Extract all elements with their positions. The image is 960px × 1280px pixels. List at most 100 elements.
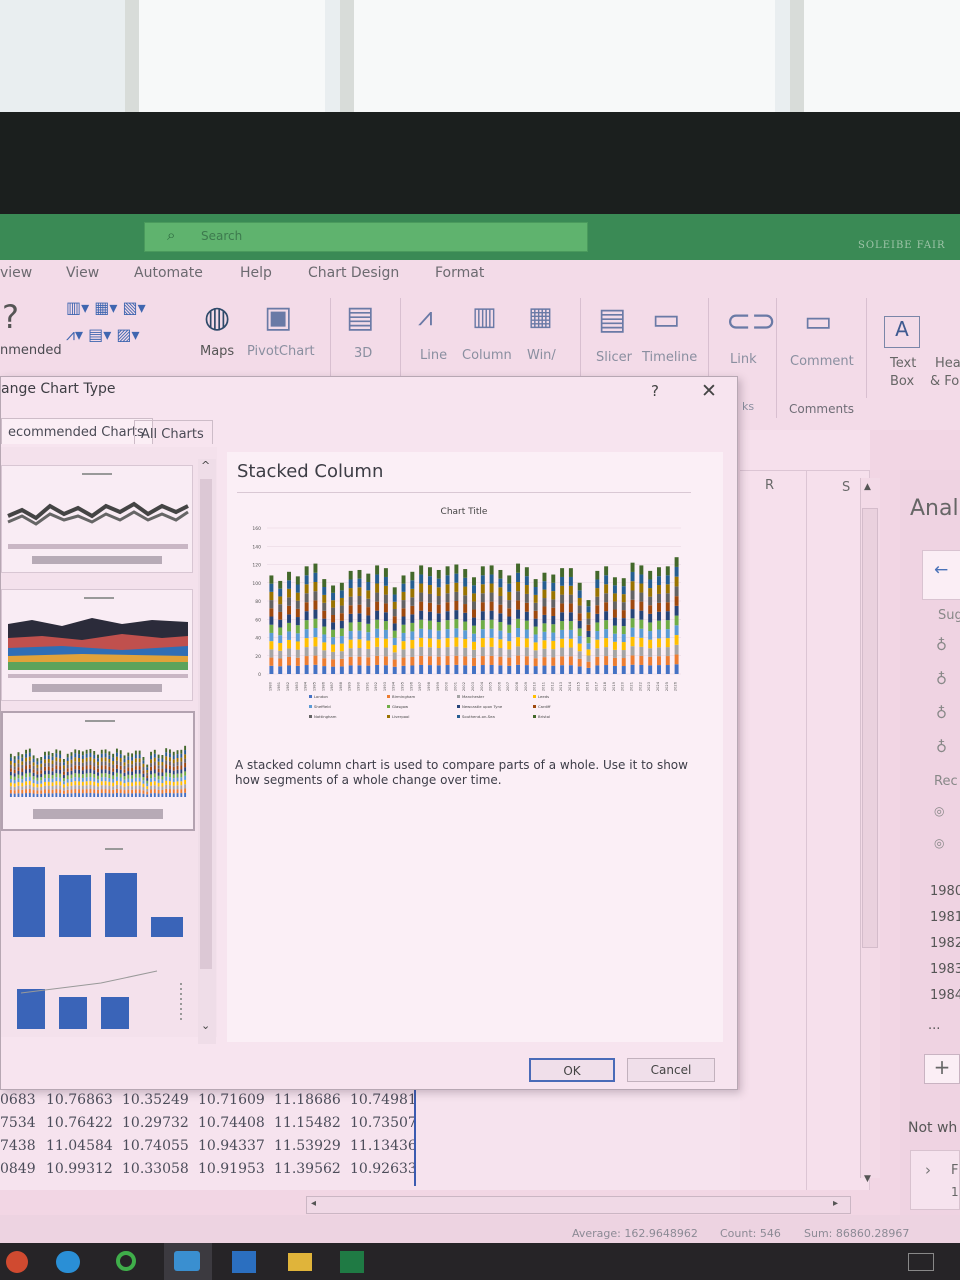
scroll-left-icon[interactable]: ◂ — [311, 1198, 316, 1209]
close-icon[interactable]: ✕ — [701, 380, 717, 402]
thumbnail-bar-segment — [78, 785, 81, 790]
notification-icon[interactable] — [908, 1253, 934, 1271]
xbox-icon[interactable] — [116, 1251, 136, 1271]
sparkline-winloss-icon[interactable]: ▦ — [528, 302, 553, 332]
comment-icon[interactable]: ▭ — [804, 304, 832, 339]
vscode-icon[interactable] — [232, 1251, 256, 1273]
timeline-icon[interactable]: ▭ — [652, 302, 680, 337]
chart-thumbnail-clustered-column[interactable] — [1, 843, 193, 949]
table-cell[interactable]: 10.33058 — [122, 1161, 189, 1177]
table-cell[interactable]: 10.76422 — [46, 1115, 113, 1131]
help-button[interactable]: ? — [651, 382, 659, 400]
search-input[interactable]: ⌕ Search — [144, 222, 588, 252]
chart-thumbnail-list[interactable] — [1, 447, 217, 1037]
horizontal-scrollbar[interactable]: ◂ ▸ — [306, 1196, 851, 1214]
ok-button[interactable]: OK — [529, 1058, 615, 1082]
bar-segment — [339, 635, 344, 644]
bar-segment — [489, 610, 494, 620]
table-row[interactable]: 7438 11.04584 10.74055 10.94337 11.53929 11.1… — [0, 1136, 417, 1159]
chart-thumbnail-combo[interactable] — [1, 963, 193, 1033]
link-icon[interactable]: ⊂⊃ — [726, 304, 776, 339]
edge-icon[interactable] — [56, 1251, 80, 1273]
bar-segment — [375, 628, 380, 638]
chart-thumbnail-area[interactable] — [1, 589, 193, 701]
table-cell[interactable]: 11.04584 — [46, 1138, 113, 1154]
thumbnail-bar-segment — [112, 789, 115, 794]
chrome-icon[interactable] — [6, 1251, 28, 1273]
chart-thumbnail-line[interactable] — [1, 465, 193, 573]
sparkline-column-label: Column — [462, 348, 512, 363]
sparkline-line-icon[interactable]: ⩘ — [418, 302, 433, 333]
scroll-up-icon[interactable]: ▲ — [864, 482, 871, 492]
scroll-down-icon[interactable]: ▼ — [864, 1174, 871, 1184]
pivotchart-icon[interactable]: ▣ — [264, 300, 292, 335]
radio-icon[interactable]: ◎ — [934, 836, 944, 850]
add-button[interactable]: + — [924, 1054, 960, 1084]
3d-map-icon[interactable]: ▤ — [346, 300, 374, 335]
tab-all-charts[interactable]: All Charts — [134, 420, 213, 444]
bar-segment — [516, 591, 521, 601]
maps-icon[interactable]: ◍ — [204, 300, 230, 335]
table-cell[interactable]: 10.74981 — [350, 1092, 417, 1108]
table-row[interactable]: 0849 10.99312 10.33058 10.91953 11.39562 10.9… — [0, 1159, 417, 1182]
tab-view[interactable]: View — [66, 265, 99, 281]
thumbnail-scrollbar[interactable]: ^ ⌄ — [198, 459, 216, 1044]
table-cell[interactable]: 11.15482 — [274, 1115, 341, 1131]
tab-format[interactable]: Format — [435, 265, 484, 281]
recommended-charts-icon[interactable]: ? — [2, 298, 19, 336]
scroll-thumb[interactable] — [862, 508, 878, 948]
sheet-scrollbar[interactable]: ▲ ▼ — [860, 478, 880, 1184]
table-cell[interactable]: 11.53929 — [274, 1138, 341, 1154]
table-cell[interactable]: 10.71609 — [198, 1092, 265, 1108]
tab-automate[interactable]: Automate — [134, 265, 203, 281]
slicer-icon[interactable]: ▤ — [598, 302, 626, 337]
table-cell[interactable]: 11.13436 — [350, 1138, 417, 1154]
excel-icon[interactable] — [340, 1251, 364, 1273]
scroll-up-icon[interactable]: ^ — [201, 459, 210, 472]
table-cell[interactable]: 10.92633 — [350, 1161, 417, 1177]
table-cell[interactable]: 10.94337 — [198, 1138, 265, 1154]
table-cell[interactable]: 0849 — [0, 1161, 36, 1177]
sparkline-column-icon[interactable]: ▥ — [472, 302, 497, 332]
table-cell[interactable]: 10.74055 — [122, 1138, 189, 1154]
table-cell[interactable]: 11.39562 — [274, 1161, 341, 1177]
tab-chart-design[interactable]: Chart Design — [308, 265, 399, 281]
chart-thumbnail-stacked-column-selected[interactable] — [1, 711, 195, 831]
bar-segment — [489, 592, 494, 602]
table-cell[interactable]: 10.74408 — [198, 1115, 265, 1131]
table-cell[interactable]: 10.76863 — [46, 1092, 113, 1108]
scroll-right-icon[interactable]: ▸ — [833, 1198, 838, 1209]
cancel-button[interactable]: Cancel — [627, 1058, 715, 1082]
app-icon[interactable] — [174, 1251, 200, 1271]
column-header-r[interactable]: R — [765, 478, 774, 493]
tab-help[interactable]: Help — [240, 265, 272, 281]
scroll-thumb[interactable] — [200, 479, 212, 969]
bar-segment — [269, 641, 274, 650]
worksheet-grid[interactable] — [740, 430, 870, 1190]
table-row[interactable]: 0683 10.76863 10.35249 10.71609 11.18686 10.7… — [0, 1090, 417, 1113]
table-cell[interactable]: 10.35249 — [122, 1092, 189, 1108]
table-cell[interactable]: 10.29732 — [122, 1115, 189, 1131]
table-cell[interactable]: 10.73507 — [350, 1115, 417, 1131]
thumbnail-bar-segment — [169, 769, 171, 774]
feedback-card[interactable]: › F 1 — [910, 1150, 960, 1210]
radio-icon[interactable]: ◎ — [934, 804, 944, 818]
table-row[interactable]: 7534 10.76422 10.29732 10.74408 11.15482 10.7… — [0, 1113, 417, 1136]
tab-recommended-charts[interactable]: ecommended Charts — [1, 418, 153, 444]
table-cell[interactable]: 10.91953 — [198, 1161, 265, 1177]
table-cell[interactable]: 0683 — [0, 1092, 36, 1108]
column-chart-icon[interactable]: ▥▾ ▦▾ ▧▾ — [66, 298, 146, 317]
back-icon[interactable]: ← — [934, 560, 948, 580]
scroll-down-icon[interactable]: ⌄ — [201, 1019, 210, 1032]
textbox-icon[interactable]: A — [884, 316, 920, 348]
table-cell[interactable]: 10.99312 — [46, 1161, 113, 1177]
table-cell[interactable]: 7438 — [0, 1138, 36, 1154]
table-cell[interactable]: 7534 — [0, 1115, 36, 1131]
line-chart-icon[interactable]: ⩘▾ ▤▾ ▨▾ — [66, 325, 140, 345]
thumbnail-bar-segment — [47, 774, 50, 778]
table-cell[interactable]: 11.18686 — [274, 1092, 341, 1108]
column-header-s[interactable]: S — [842, 480, 850, 495]
file-explorer-icon[interactable] — [288, 1253, 312, 1271]
bar-segment — [269, 616, 274, 625]
tab-review[interactable]: view — [0, 265, 32, 281]
